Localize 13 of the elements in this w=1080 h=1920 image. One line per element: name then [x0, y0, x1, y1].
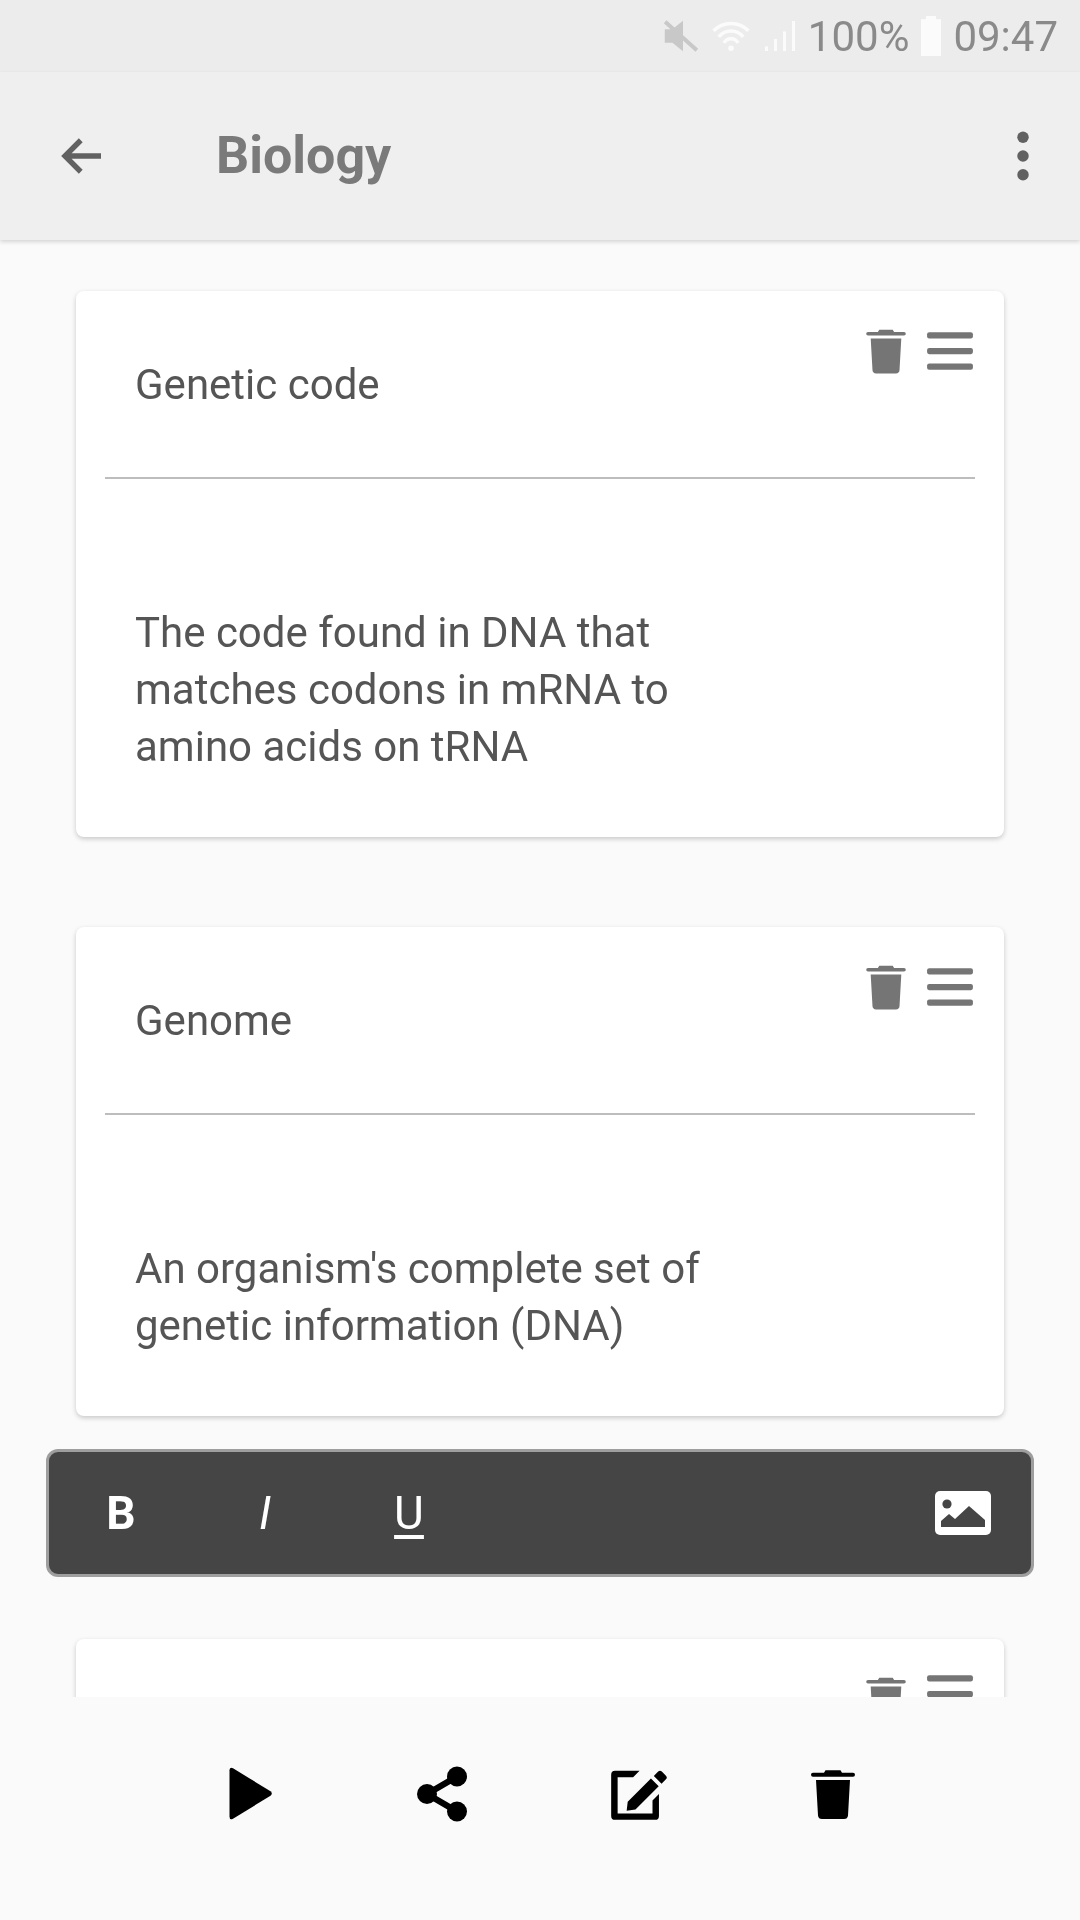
format-button[interactable]: U: [359, 1478, 459, 1548]
image-icon[interactable]: [935, 1491, 991, 1535]
card-title: Genome: [135, 997, 293, 1045]
clock: 09:47: [953, 10, 1058, 63]
more-options-icon[interactable]: [1016, 131, 1030, 181]
battery-percent: 100%: [807, 10, 910, 63]
format-button[interactable]: I: [215, 1478, 315, 1548]
app-title: Biology: [216, 124, 392, 188]
card-body: An organism's complete set of genetic information (DNA): [134, 1243, 701, 1352]
card-title: Genetic code: [135, 361, 380, 409]
mute-icon: [661, 17, 700, 55]
format-button[interactable]: B: [71, 1478, 171, 1548]
card-body: The code found in DNA that matches codons in mRNA to amino acids on tRNA: [134, 607, 670, 773]
